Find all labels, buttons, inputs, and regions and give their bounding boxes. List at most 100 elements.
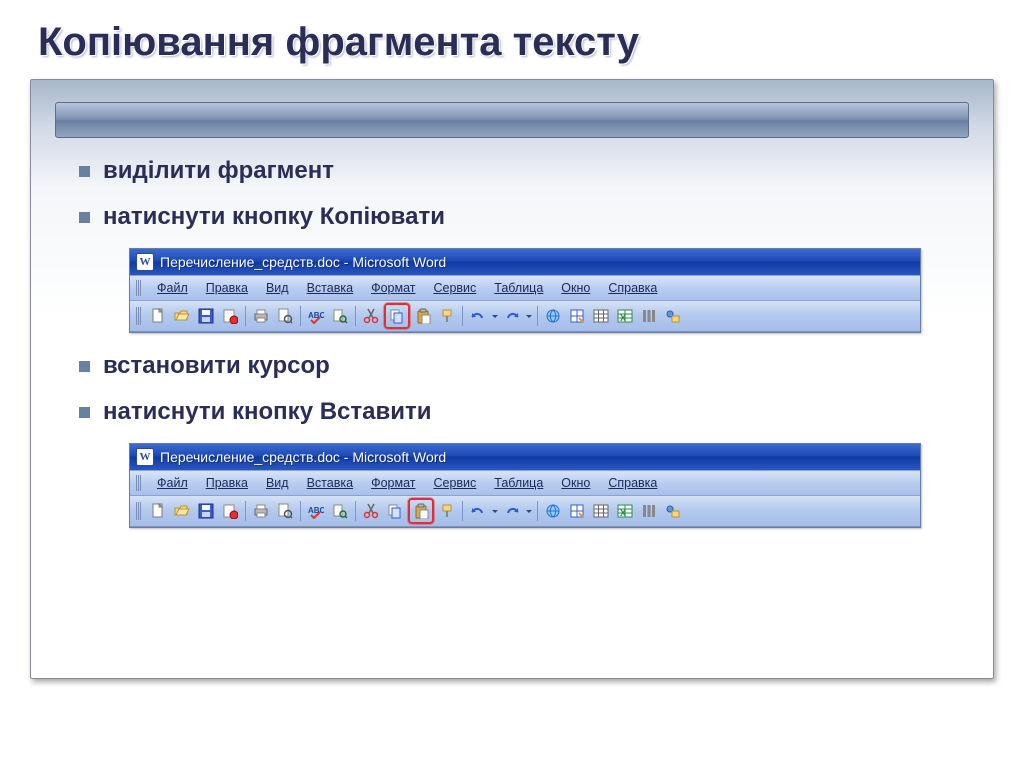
insert-excel-button[interactable]: X [614,500,636,522]
menu-view[interactable]: Вид [258,279,297,297]
menu-edit[interactable]: Правка [198,279,256,297]
copy-icon [387,503,403,519]
insert-hyperlink-button[interactable] [542,305,564,327]
research-button[interactable] [329,500,351,522]
menu-table[interactable]: Таблица [486,279,551,297]
svg-text:X: X [620,508,626,518]
redo-button[interactable] [501,500,523,522]
menu-file[interactable]: Файл [149,279,196,297]
insert-excel-icon: X [617,308,633,324]
permission-button[interactable] [219,500,241,522]
tables-borders-button[interactable] [566,500,588,522]
columns-button[interactable] [638,305,660,327]
drawing-icon [665,503,681,519]
open-button[interactable] [171,305,193,327]
standard-toolbar: ABC X [130,301,920,332]
menu-insert[interactable]: Вставка [299,279,361,297]
menu-insert[interactable]: Вставка [299,474,361,492]
undo-button[interactable] [467,305,489,327]
insert-table-button[interactable] [590,305,612,327]
paste-button[interactable] [408,498,434,524]
tables-borders-icon [569,503,585,519]
menu-window[interactable]: Окно [553,474,598,492]
menu-edit[interactable]: Правка [198,474,256,492]
research-button[interactable] [329,305,351,327]
format-painter-button[interactable] [436,500,458,522]
insert-excel-button[interactable]: X [614,305,636,327]
menu-tools[interactable]: Сервис [425,474,484,492]
svg-text:X: X [620,313,626,323]
research-icon [332,308,348,324]
menu-tools[interactable]: Сервис [425,279,484,297]
insert-table-icon [593,308,609,324]
drawing-button[interactable] [662,500,684,522]
insert-hyperlink-icon [545,308,561,324]
tables-borders-button[interactable] [566,305,588,327]
menubar: Файл Правка Вид Вставка Формат Сервис Та… [130,275,920,301]
dropdown-icon[interactable] [525,503,533,519]
new-doc-button[interactable] [147,305,169,327]
menu-view[interactable]: Вид [258,474,297,492]
menu-window[interactable]: Окно [553,279,598,297]
print-button[interactable] [250,305,272,327]
save-button[interactable] [195,305,217,327]
menubar: Файл Правка Вид Вставка Формат Сервис Та… [130,470,920,496]
format-painter-button[interactable] [436,305,458,327]
permission-button[interactable] [219,305,241,327]
columns-button[interactable] [638,500,660,522]
step-item: натиснути кнопку Вставити [79,397,971,427]
tables-borders-icon [569,308,585,324]
word-window-copy: W Перечисление_средств.doc - Microsoft W… [129,248,921,333]
spellcheck-icon: ABC [308,503,324,519]
spellcheck-icon: ABC [308,308,324,324]
redo-button[interactable] [501,305,523,327]
spellcheck-button[interactable]: ABC [305,305,327,327]
insert-table-button[interactable] [590,500,612,522]
menu-file[interactable]: Файл [149,474,196,492]
print-button[interactable] [250,500,272,522]
open-icon [174,503,190,519]
copy-button[interactable] [384,303,410,329]
insert-hyperlink-button[interactable] [542,500,564,522]
content-panel: виділити фрагмент натиснути кнопку Копію… [30,79,994,679]
copy-icon [389,308,405,324]
menu-help[interactable]: Справка [600,474,665,492]
print-preview-button[interactable] [274,305,296,327]
separator [355,306,356,326]
dropdown-icon[interactable] [491,503,499,519]
copy-button[interactable] [384,500,406,522]
cut-button[interactable] [360,305,382,327]
drawing-icon [665,308,681,324]
dropdown-icon[interactable] [525,308,533,324]
menu-format[interactable]: Формат [363,279,423,297]
toolbar-grip-icon [136,502,141,520]
redo-icon [504,503,520,519]
open-button[interactable] [171,500,193,522]
menu-table[interactable]: Таблица [486,474,551,492]
print-preview-icon [277,503,293,519]
insert-hyperlink-icon [545,503,561,519]
print-preview-button[interactable] [274,500,296,522]
drawing-button[interactable] [662,305,684,327]
titlebar: W Перечисление_средств.doc - Microsoft W… [130,249,920,275]
steps-list: виділити фрагмент натиснути кнопку Копію… [79,156,971,232]
separator [355,501,356,521]
menu-help[interactable]: Справка [600,279,665,297]
spellcheck-button[interactable]: ABC [305,500,327,522]
dropdown-icon[interactable] [491,308,499,324]
menubar-grip-icon [136,475,141,491]
step-item: встановити курсор [79,351,971,381]
new-doc-button[interactable] [147,500,169,522]
insert-excel-icon: X [617,503,633,519]
undo-button[interactable] [467,500,489,522]
menu-format[interactable]: Формат [363,474,423,492]
format-painter-icon [439,503,455,519]
save-button[interactable] [195,500,217,522]
format-painter-icon [439,308,455,324]
paste-button[interactable] [412,305,434,327]
cut-button[interactable] [360,500,382,522]
permission-icon [222,308,238,324]
step-item: натиснути кнопку Копіювати [79,202,971,232]
insert-table-icon [593,503,609,519]
svg-text:ABC: ABC [308,311,324,320]
